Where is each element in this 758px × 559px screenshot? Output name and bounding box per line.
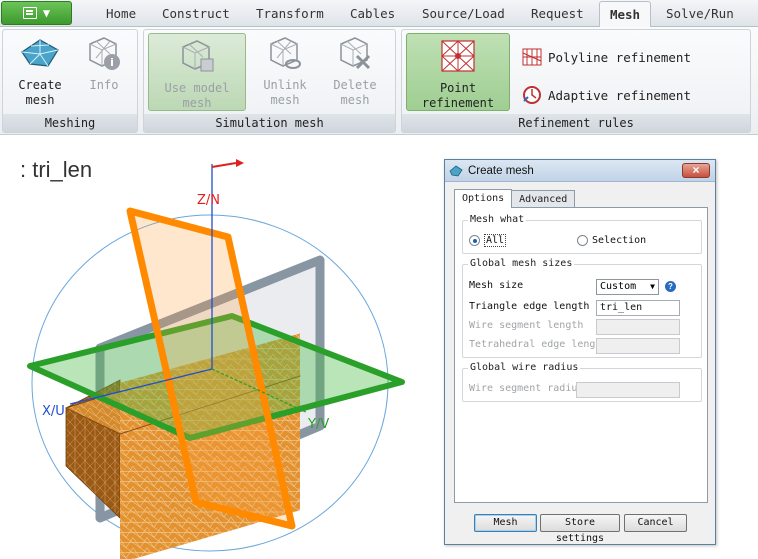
delete-mesh-icon [340,37,371,70]
mesh-size-select[interactable]: Custom ▼ [596,279,659,295]
mesh-size-value: Custom [600,281,637,292]
mesh-what-group: Mesh what All Selection [462,214,702,254]
close-icon: × [692,163,700,177]
unlink-mesh-button[interactable]: Unlink mesh [252,34,318,110]
axis-y-label: Y/V [307,417,329,432]
group-refinement-rules: Point refinement Polyline refinement Ada… [401,29,751,133]
radio-all-label[interactable]: All [484,234,507,247]
z-axis-arrow-icon [211,162,237,168]
create-mesh-label: Create mesh [18,78,62,107]
tab-options[interactable]: Options [454,189,513,208]
point-refinement-label: Point refinement [421,81,495,110]
dialog-app-icon [449,165,463,176]
delete-mesh-button[interactable]: Delete mesh [322,34,388,110]
group-meshing-label: Meshing [3,114,137,132]
group-refinement-rules-label: Refinement rules [402,114,750,132]
unlink-mesh-label: Unlink mesh [263,78,307,107]
use-model-mesh-icon [182,40,214,72]
radio-all-text: All [484,234,507,247]
axis-x-label: X/U [42,404,65,419]
application-menu-icon [22,7,37,19]
create-mesh-button[interactable]: Create mesh [7,34,73,110]
svg-text:i: i [110,56,114,69]
radio-selection-label[interactable]: Selection [592,235,646,246]
dialog-titlebar[interactable]: Create mesh [445,160,715,182]
dialog-close-button[interactable]: × [682,163,710,178]
delete-mesh-label: Delete mesh [333,78,377,107]
adaptive-refinement-icon [523,86,541,104]
point-refinement-icon [441,40,475,72]
create-mesh-dialog: Create mesh × Options Advanced Mesh what… [444,159,716,545]
axis-z-label: Z/N [197,193,220,208]
mesh-what-legend: Mesh what [468,214,527,225]
adaptive-refinement-label: Adaptive refinement [548,87,691,103]
global-mesh-sizes-legend: Global mesh sizes [468,258,575,269]
create-mesh-icon [21,39,59,67]
polyline-refinement-icon [522,48,542,66]
tab-mesh[interactable]: Mesh [599,1,651,28]
wire-segment-length-label: Wire segment length [469,320,584,331]
tab-advanced[interactable]: Advanced [511,190,576,207]
tetrahedral-edge-length-label: Tetrahedral edge length [469,339,608,350]
options-panel: Mesh what All Selection Global mesh size… [454,207,708,503]
mesh-size-label: Mesh size [469,280,524,291]
radio-all[interactable] [469,235,480,246]
help-icon[interactable]: ? [665,281,676,292]
dialog-title: Create mesh [468,164,534,177]
triangle-edge-length-input[interactable]: tri_len [596,300,680,316]
global-wire-radius-legend: Global wire radius [468,362,581,373]
polyline-refinement-button[interactable]: Polyline refinement [522,46,691,68]
dialog-tabs: Options Advanced [454,189,576,208]
ribbon-panel: Create mesh i Info Meshing Use model mes… [0,27,758,135]
tab-home[interactable]: Home [106,0,136,27]
dropdown-arrow-icon: ▼ [42,6,51,20]
tetrahedral-edge-length-input[interactable] [596,338,680,354]
group-simulation-mesh: Use model mesh Unlink mesh Delete mesh S… [143,29,396,133]
wire-segment-radius-label: Wire segment radius [469,383,584,394]
tab-request[interactable]: Request [531,0,584,27]
wire-segment-radius-input[interactable] [576,382,680,398]
application-menu-button[interactable]: ▼ [1,1,72,25]
info-label: Info [89,78,119,92]
3d-viewport[interactable]: Z/N X/U Y/V [0,136,440,559]
tab-source-load[interactable]: Source/Load [422,0,505,27]
chevron-down-icon: ▼ [650,282,655,291]
radio-selection[interactable] [577,235,588,246]
use-model-mesh-button[interactable]: Use model mesh [148,33,246,111]
tab-cables[interactable]: Cables [350,0,395,27]
unlink-mesh-icon [270,37,301,69]
store-settings-button[interactable]: Store settings [540,514,620,544]
cancel-button[interactable]: Cancel [624,514,687,532]
adaptive-refinement-button[interactable]: Adaptive refinement [522,84,691,106]
global-mesh-sizes-group: Global mesh sizes Mesh size Custom ▼ ? T… [462,258,702,358]
group-meshing: Create mesh i Info Meshing [2,29,138,133]
wire-segment-length-input[interactable] [596,319,680,335]
ribbon-tab-strip: ▼ Home Construct Transform Cables Source… [0,0,758,28]
group-simulation-mesh-label: Simulation mesh [144,114,395,132]
tab-solve-run[interactable]: Solve/Run [666,0,734,27]
polyline-refinement-label: Polyline refinement [548,49,691,65]
info-button[interactable]: i Info [71,34,137,110]
mesh-button[interactable]: Mesh [474,514,537,532]
use-model-mesh-label: Use model mesh [164,81,230,110]
point-refinement-button[interactable]: Point refinement [406,33,510,111]
info-icon: i [89,37,120,70]
triangle-edge-length-label: Triangle edge length [469,301,590,312]
global-wire-radius-group: Global wire radius Wire segment radius [462,362,702,402]
tab-transform[interactable]: Transform [256,0,324,27]
tab-construct[interactable]: Construct [162,0,230,27]
